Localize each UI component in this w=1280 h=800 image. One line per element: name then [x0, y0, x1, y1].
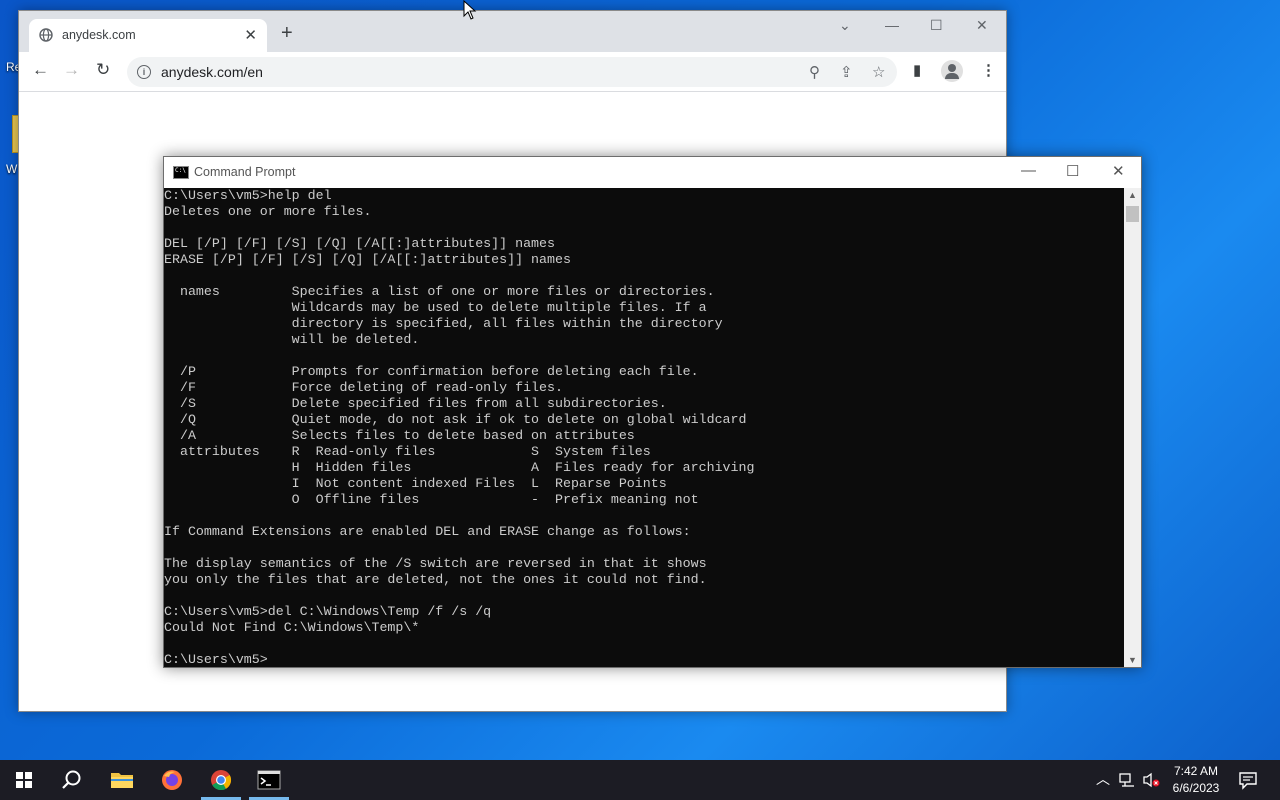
cmd-titlebar[interactable]: Command Prompt — ☐ ✕ [164, 157, 1141, 188]
chevron-down-icon[interactable]: ⌄ [839, 17, 851, 34]
globe-icon [39, 28, 53, 42]
clock-time: 7:42 AM [1173, 764, 1219, 778]
mouse-cursor-icon [463, 0, 477, 20]
console-line: C:\Users\vm5>del C:\Windows\Temp /f /s /… [164, 604, 492, 619]
console-line: C:\Users\vm5>help del [164, 188, 332, 203]
forward-button[interactable]: → [63, 61, 80, 79]
console-line: If Command Extensions are enabled DEL an… [164, 524, 691, 539]
maximize-button[interactable]: ☐ [930, 17, 943, 34]
scrollbar-thumb[interactable] [1126, 206, 1139, 222]
firefox-icon [162, 770, 182, 790]
system-clock[interactable]: 7:42 AM 6/6/2023 [1160, 763, 1232, 797]
console-line: directory is specified, all files within… [164, 316, 723, 331]
bookmark-star-icon[interactable]: ☆ [872, 63, 885, 81]
search-icon [62, 770, 81, 789]
zoom-icon[interactable]: ⚲ [809, 63, 820, 81]
console-line: names Specifies a list of one or more fi… [164, 284, 715, 299]
browser-tabbar: anydesk.com ✕ + ⌄ — ☐ ✕ [19, 11, 1006, 52]
console-line: DEL [/P] [/F] [/S] [/Q] [/A[[:]attribute… [164, 236, 555, 251]
back-button[interactable]: ← [32, 61, 49, 79]
command-prompt-button[interactable] [245, 760, 293, 800]
side-panel-icon[interactable]: ▮ [913, 61, 921, 79]
console-line: /S Delete specified files from all subdi… [164, 396, 667, 411]
windows-logo-icon [16, 772, 32, 788]
console-line: H Hidden files A Files ready for archivi… [164, 460, 755, 475]
info-icon[interactable]: i [137, 65, 151, 79]
search-button[interactable] [48, 760, 96, 800]
close-icon[interactable]: ✕ [244, 26, 257, 44]
taskbar: ︿ 7:42 AM 6/6/2023 [0, 760, 1280, 800]
file-explorer-button[interactable] [98, 760, 146, 800]
chrome-icon [211, 770, 232, 791]
console-output[interactable]: C:\Users\vm5>help del Deletes one or more… [164, 188, 1124, 667]
console-line: Wildcards may be used to delete multiple… [164, 300, 707, 315]
notification-center-icon[interactable] [1238, 770, 1258, 790]
console-line: you only the files that are deleted, not… [164, 572, 707, 587]
cmd-icon [257, 770, 281, 790]
console-line: /P Prompts for confirmation before delet… [164, 364, 699, 379]
browser-toolbar: ← → ↻ i anydesk.com/en ⚲ ⇪ ☆ ▮ ⋮ [19, 52, 1006, 92]
console-line: The display semantics of the /S switch a… [164, 556, 707, 571]
start-button[interactable] [0, 760, 48, 800]
tab-title: anydesk.com [62, 28, 136, 42]
cmd-icon [173, 166, 189, 179]
minimize-button[interactable]: — [885, 17, 899, 33]
console-line: attributes R Read-only files S System fi… [164, 444, 651, 459]
maximize-button[interactable]: ☐ [1066, 162, 1079, 180]
share-icon[interactable]: ⇪ [840, 63, 853, 81]
new-tab-button[interactable]: + [281, 23, 293, 43]
console-line: /Q Quiet mode, do not ask if ok to delet… [164, 412, 747, 427]
minimize-button[interactable]: — [1021, 162, 1036, 179]
profile-avatar[interactable] [941, 60, 963, 82]
console-line: Could Not Find C:\Windows\Temp\* [164, 620, 420, 635]
scrollbar[interactable]: ▲ ▼ [1124, 188, 1141, 667]
folder-icon [111, 773, 133, 788]
kebab-menu-icon[interactable]: ⋮ [981, 61, 996, 79]
address-bar[interactable]: i anydesk.com/en ⚲ ⇪ ☆ [127, 57, 897, 87]
console-line: /A Selects files to delete based on attr… [164, 428, 635, 443]
console-line: Deletes one or more files. [164, 204, 372, 219]
cmd-window: Command Prompt — ☐ ✕ C:\Users\vm5>help d… [163, 156, 1142, 668]
url-text[interactable]: anydesk.com/en [161, 64, 263, 80]
chrome-button[interactable] [197, 760, 245, 800]
tray-chevron-icon[interactable]: ︿ [1096, 769, 1110, 789]
console-line: I Not content indexed Files L Reparse Po… [164, 476, 667, 491]
window-title: Command Prompt [194, 165, 296, 179]
console-line: ERASE [/P] [/F] [/S] [/Q] [/A[[:]attribu… [164, 252, 571, 267]
clock-date: 6/6/2023 [1172, 781, 1220, 795]
console-line: C:\Users\vm5> [164, 652, 268, 667]
close-button[interactable]: ✕ [1112, 162, 1125, 180]
console-line: O Offline files - Prefix meaning not [164, 492, 699, 507]
scroll-up-icon[interactable]: ▲ [1128, 190, 1137, 200]
console-line: /F Force deleting of read-only files. [164, 380, 563, 395]
firefox-button[interactable] [148, 760, 196, 800]
reload-button[interactable]: ↻ [96, 61, 110, 79]
volume-muted-icon[interactable] [1142, 772, 1160, 788]
scroll-down-icon[interactable]: ▼ [1128, 655, 1137, 665]
console-line: will be deleted. [164, 332, 420, 347]
desktop-icon-label-folder[interactable]: W [6, 162, 17, 176]
network-icon[interactable] [1118, 772, 1136, 788]
browser-tab[interactable]: anydesk.com ✕ [29, 19, 267, 52]
close-button[interactable]: ✕ [976, 17, 988, 34]
